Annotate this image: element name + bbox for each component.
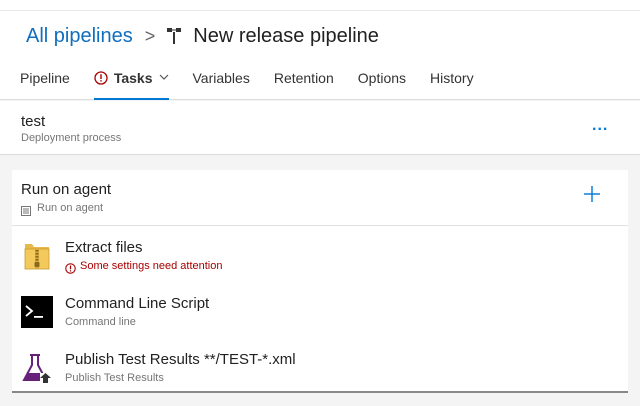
- test-flask-icon: [20, 351, 54, 385]
- task-subtitle-row: Some settings need attention: [65, 260, 223, 274]
- error-icon: [65, 261, 76, 274]
- task-subtitle: Command line: [65, 316, 136, 328]
- plus-icon: [584, 186, 600, 202]
- agent-job-subtitle: Run on agent: [37, 202, 104, 214]
- page-header: All pipelines > New release pipeline Pip…: [0, 0, 640, 100]
- tab-label: Variables: [192, 70, 250, 86]
- more-options-button[interactable]: ...: [592, 117, 608, 135]
- tab-retention[interactable]: Retention: [274, 68, 334, 100]
- tab-tasks[interactable]: Tasks: [93, 68, 169, 100]
- agent-job-subtitle-row: Run on agent: [21, 202, 104, 216]
- stage-name: test: [21, 113, 46, 130]
- task-subtitle-row: Publish Test Results: [65, 372, 164, 384]
- terminal-icon: [20, 295, 54, 329]
- server-icon: [21, 203, 31, 216]
- task-name: Publish Test Results **/TEST-*.xml: [65, 351, 296, 368]
- warning-icon: [94, 71, 108, 85]
- agent-job-title: Run on agent: [21, 181, 112, 198]
- add-task-button[interactable]: [580, 182, 604, 206]
- all-pipelines-link[interactable]: All pipelines: [26, 25, 133, 48]
- agent-job-header[interactable]: Run on agent Run on agent: [12, 170, 628, 226]
- breadcrumb: All pipelines > New release pipeline: [26, 22, 379, 50]
- task-subtitle: Publish Test Results: [65, 372, 164, 384]
- tab-options[interactable]: Options: [358, 68, 406, 100]
- tab-label: History: [430, 70, 474, 86]
- agent-job-card: Run on agent Run on agent Extract files …: [12, 170, 628, 393]
- task-extract-files[interactable]: Extract files Some settings need attenti…: [12, 227, 628, 283]
- top-divider: [0, 10, 640, 11]
- tab-bar: Pipeline Tasks Variables Retention Optio…: [20, 68, 498, 100]
- tab-label: Options: [357, 70, 407, 86]
- tab-history[interactable]: History: [430, 68, 474, 100]
- task-subtitle-row: Command line: [65, 316, 136, 328]
- page-title: New release pipeline: [193, 24, 379, 47]
- task-command-line-script[interactable]: Command Line Script Command line: [12, 283, 628, 339]
- stage-subtitle: Deployment process: [21, 132, 122, 144]
- release-pipeline-icon: [167, 27, 182, 45]
- tab-label: Pipeline: [20, 70, 70, 86]
- tab-label: Retention: [273, 70, 334, 86]
- stage-panel[interactable]: test Deployment process ...: [0, 101, 640, 155]
- breadcrumb-separator: >: [144, 25, 156, 46]
- zip-folder-icon: [20, 239, 54, 273]
- tab-variables[interactable]: Variables: [193, 68, 250, 100]
- task-name: Command Line Script: [65, 295, 210, 312]
- chevron-down-icon: [159, 73, 169, 84]
- task-attention-message: Some settings need attention: [80, 260, 223, 272]
- task-name: Extract files: [65, 239, 143, 256]
- task-publish-test-results[interactable]: Publish Test Results **/TEST-*.xml Publi…: [12, 339, 628, 395]
- tab-label: Tasks: [113, 70, 153, 86]
- tab-pipeline[interactable]: Pipeline: [20, 68, 70, 100]
